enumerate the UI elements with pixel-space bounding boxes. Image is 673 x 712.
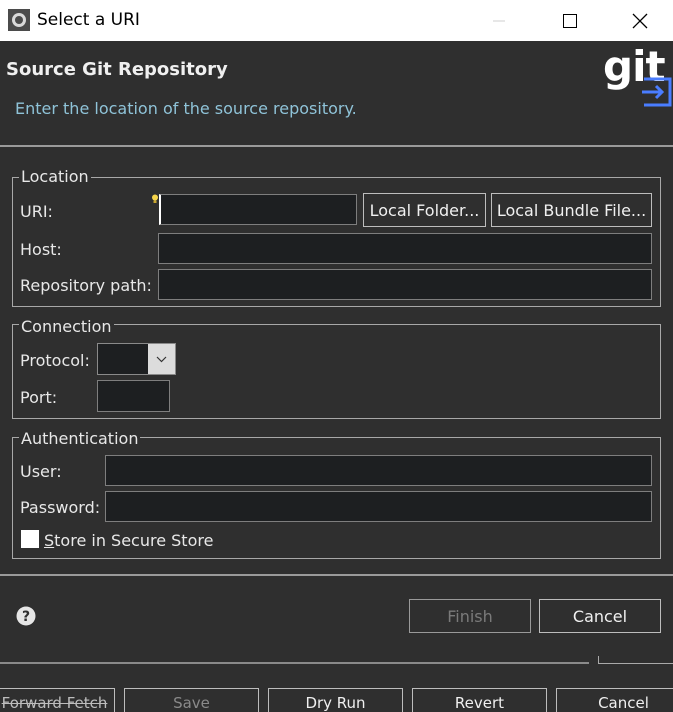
store-in-secure-store-label: Store in Secure Store <box>44 531 214 550</box>
parent-save-button[interactable]: Save <box>124 688 259 712</box>
parent-window-separator <box>0 662 589 664</box>
local-folder-button[interactable]: Local Folder... <box>363 193 486 227</box>
page-title: Source Git Repository <box>6 59 228 80</box>
page-description: Enter the location of the source reposit… <box>15 99 357 118</box>
authentication-legend: Authentication <box>19 429 141 448</box>
location-legend: Location <box>19 167 91 186</box>
parent-dry-run-button[interactable]: Dry Run <box>268 688 403 712</box>
svg-text:?: ? <box>22 609 30 625</box>
git-import-icon <box>642 77 672 107</box>
uri-label: URI: <box>20 202 53 221</box>
parent-forward-fetch-button[interactable]: Forward Fetch <box>0 688 115 712</box>
finish-button[interactable]: Finish <box>409 599 531 633</box>
parent-window-button-row: Forward Fetch Save Dry Run Revert Cancel <box>0 688 673 712</box>
wizard-header: Source Git Repository Enter the location… <box>0 41 673 146</box>
parent-revert-button[interactable]: Revert <box>412 688 547 712</box>
repository-path-input[interactable] <box>158 269 652 300</box>
host-input[interactable] <box>158 233 652 264</box>
repository-path-label: Repository path: <box>20 276 152 295</box>
close-window-button[interactable] <box>614 0 666 41</box>
eclipse-app-icon <box>8 9 30 31</box>
protocol-dropdown-button[interactable] <box>148 344 175 374</box>
port-label: Port: <box>20 388 58 407</box>
content-assist-bulb-icon <box>152 194 158 203</box>
local-bundle-file-button[interactable]: Local Bundle File... <box>491 193 652 227</box>
header-separator <box>0 145 673 147</box>
user-input[interactable] <box>105 455 652 486</box>
minimize-button[interactable] <box>473 0 525 41</box>
parent-window-button-edge <box>598 656 673 664</box>
port-input[interactable] <box>97 380 170 412</box>
chevron-down-icon <box>156 356 167 362</box>
maximize-icon <box>563 13 577 28</box>
cancel-button[interactable]: Cancel <box>539 599 661 633</box>
protocol-label: Protocol: <box>20 351 90 370</box>
minimize-icon <box>493 20 505 21</box>
close-icon <box>632 13 648 28</box>
title-bar: Select a URI <box>0 0 673 41</box>
footer-separator <box>0 574 673 576</box>
store-in-secure-store-checkbox[interactable] <box>21 530 39 548</box>
host-label: Host: <box>20 240 62 259</box>
connection-legend: Connection <box>19 317 114 336</box>
protocol-select[interactable] <box>97 343 176 375</box>
parent-cancel-button[interactable]: Cancel <box>556 688 673 712</box>
user-label: User: <box>20 462 62 481</box>
password-label: Password: <box>20 498 101 517</box>
uri-input[interactable] <box>159 194 357 225</box>
maximize-button[interactable] <box>544 0 596 41</box>
window-title: Select a URI <box>37 10 140 30</box>
password-input[interactable] <box>105 491 652 522</box>
help-icon[interactable]: ? <box>16 606 36 626</box>
